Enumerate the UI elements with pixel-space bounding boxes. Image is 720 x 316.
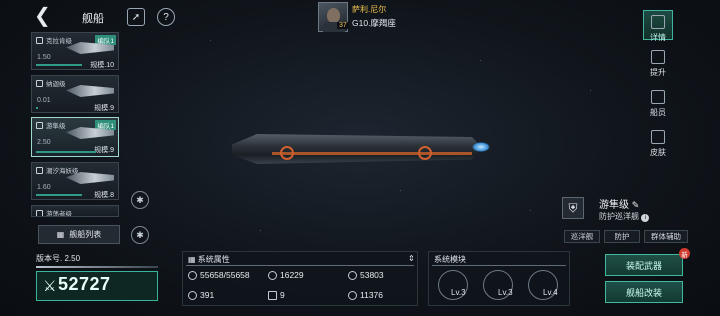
shield-icon: [36, 122, 43, 129]
version-label: 版本号. 2.50: [36, 254, 81, 263]
upgrade-icon: [651, 50, 665, 64]
attr-speed: 391: [188, 290, 214, 301]
attr-armor: 16229: [268, 270, 304, 281]
ship-value: 0.01: [37, 97, 51, 104]
expand-icon[interactable]: ⇕: [408, 254, 415, 263]
attr-hp: 55658/55658: [188, 270, 250, 281]
tab-details[interactable]: 详情: [643, 10, 673, 42]
ship-name: 游荡者级: [46, 211, 72, 217]
attack-icon: [348, 271, 357, 281]
help-icon: ?: [163, 11, 169, 23]
ship-type-icon: [36, 37, 43, 44]
ship-scale: 规模.10: [90, 62, 114, 69]
pilot-level: 37: [337, 22, 349, 29]
pilot-name: 萨利.尼尔: [352, 5, 387, 14]
ship-name: 纳迦级: [46, 81, 66, 88]
attr-slots: 9: [268, 290, 285, 301]
shield-icon: [348, 291, 357, 301]
rocket-button[interactable]: ➚: [127, 8, 145, 26]
fleet-toggle-button[interactable]: ✱: [131, 191, 149, 209]
ship-refit-button[interactable]: 舰船改装: [605, 281, 683, 303]
new-badge: 新: [679, 248, 690, 259]
ship-role: 防护巡洋舰 i: [599, 211, 650, 222]
tab-skin[interactable]: 皮肤: [643, 130, 673, 158]
ship-thumbnail: [66, 85, 114, 97]
tab-upgrade[interactable]: 提升: [643, 50, 673, 78]
speed-icon: [188, 291, 197, 301]
tag-cruiser: 巡洋舰: [564, 230, 600, 243]
info-icon[interactable]: i: [641, 214, 650, 222]
modules-title: 系统模块: [434, 255, 466, 264]
ship-scale: 规模.8: [94, 192, 114, 199]
ship-model[interactable]: [232, 128, 494, 166]
attributes-title: ▦ 系统属性: [188, 255, 230, 264]
skin-icon: [651, 130, 665, 144]
rocket-icon: ➚: [131, 11, 141, 23]
ship-card-4[interactable]: 潮汐海妖级 1.60 规模.8: [31, 162, 119, 200]
ship-card-5[interactable]: 游荡者级: [31, 205, 119, 217]
ship-type-icon: [36, 80, 43, 87]
hull-icon: [188, 271, 197, 281]
ship-type-icon: [36, 167, 43, 174]
help-button[interactable]: ?: [157, 8, 175, 26]
equip-weapon-button[interactable]: 装配武器: [605, 254, 683, 276]
wing-icon: ✱: [136, 229, 144, 240]
wing-icon: ✱: [136, 194, 144, 205]
grid-icon: ▦: [56, 230, 65, 239]
page-title: 舰船: [82, 13, 104, 25]
attr-attack: 53803: [348, 270, 384, 281]
fleet-badge: 编队1: [95, 120, 116, 130]
fleet-badge: 编队1: [95, 35, 116, 45]
ship-value: 1.60: [37, 184, 51, 191]
armor-icon: [268, 271, 277, 281]
ship-card-1[interactable]: 克拉肯级 编队1 1.50 规模.10: [31, 32, 119, 70]
ship-type-icon: [36, 210, 43, 216]
tag-group-support: 群体辅助: [644, 230, 688, 243]
ship-class-name: 游隼级 ✎: [599, 200, 640, 211]
crew-icon: [651, 90, 665, 104]
tag-protection: 防护: [604, 230, 640, 243]
edit-icon: ✎: [631, 200, 640, 210]
ship-scale: 规模.9: [94, 147, 114, 154]
fleet-list-button[interactable]: ▦ 舰船列表: [38, 225, 120, 244]
ship-scale: 规模.9: [94, 105, 114, 112]
pilot-ship: G10.摩羯座: [352, 18, 396, 28]
back-chevron-icon: ❮: [34, 5, 51, 27]
tab-crew[interactable]: 船员: [643, 90, 673, 118]
ship-value: 1.50: [37, 54, 51, 61]
fleet-settings-button[interactable]: ✱: [131, 226, 149, 244]
ship-name: 潮汐海妖级: [46, 168, 79, 175]
back-button[interactable]: ❮: [34, 5, 54, 27]
combat-power-value: 52727: [58, 274, 111, 294]
ship-name: 克拉肯级: [46, 38, 72, 45]
attr-shield: 11376: [348, 290, 383, 301]
crossed-swords-icon: ⚔: [43, 278, 57, 295]
details-icon: [651, 15, 665, 29]
ship-value: 2.50: [37, 139, 51, 146]
ship-card-2[interactable]: 纳迦级 0.01 规模.9: [31, 75, 119, 113]
shield-icon: ⛨: [562, 197, 584, 219]
grid-icon: [268, 291, 277, 301]
ship-card-3[interactable]: 游隼级 编队1 2.50 规模.9: [31, 117, 119, 157]
ship-name: 游隼级: [46, 123, 66, 130]
